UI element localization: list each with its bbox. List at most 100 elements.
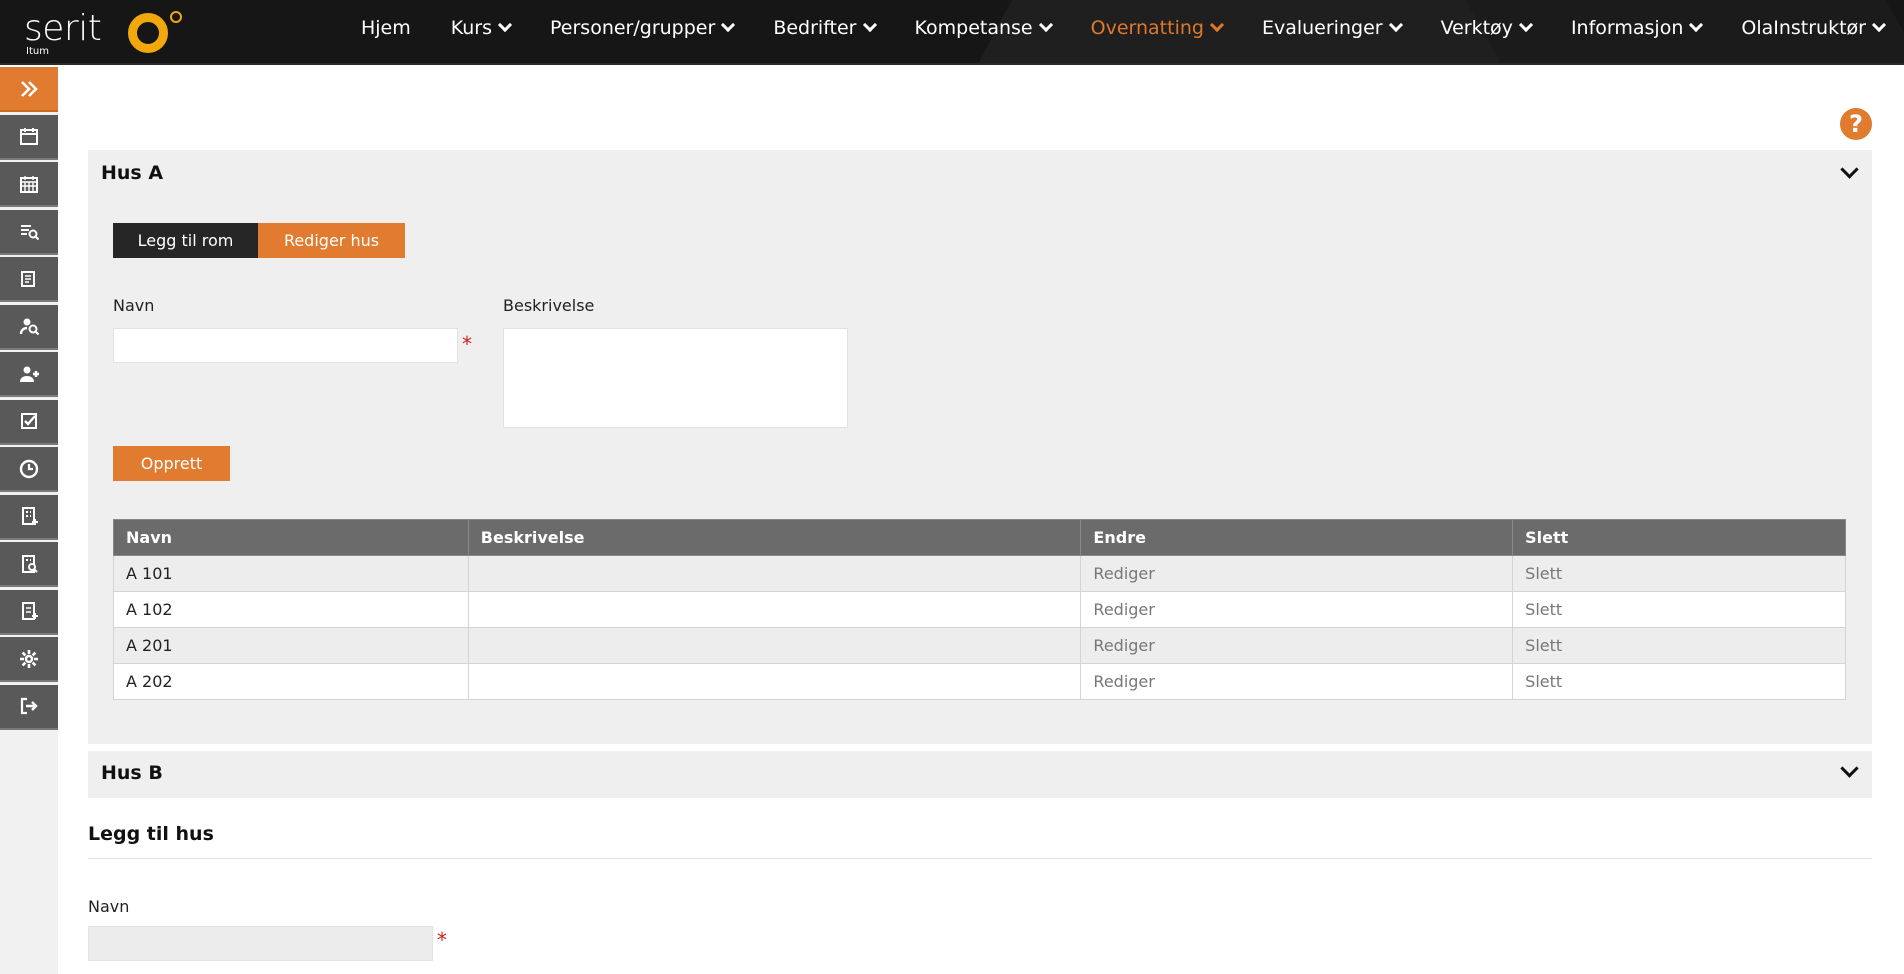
room-description-cell bbox=[467, 555, 1082, 592]
nav-item-informasjon[interactable]: Informasjon bbox=[1571, 17, 1704, 39]
edit-house-button[interactable]: Rediger hus bbox=[258, 223, 405, 258]
course-edit-icon bbox=[21, 270, 35, 287]
logo-subtitle: Itum bbox=[26, 46, 49, 57]
sidebar-button-calendar[interactable] bbox=[0, 114, 58, 160]
column-header-delete: Slett bbox=[1512, 519, 1846, 556]
nav-item-label: Kompetanse bbox=[914, 16, 1033, 39]
sidebar-button-person-search[interactable] bbox=[0, 304, 58, 350]
nav-item-kompetanse[interactable]: Kompetanse bbox=[914, 16, 1053, 39]
logo-dot-icon bbox=[170, 11, 182, 23]
house-name-label: Navn bbox=[88, 897, 130, 916]
nav-item-label: Evalueringer bbox=[1261, 16, 1383, 39]
logout-icon bbox=[20, 697, 38, 715]
nav-item-label: Hjem bbox=[360, 16, 411, 39]
nav-item-verkt-y[interactable]: Verktøy bbox=[1440, 16, 1534, 39]
chevron-down-icon[interactable] bbox=[1840, 160, 1859, 179]
chevron-down-icon bbox=[1038, 17, 1053, 32]
chevron-down-icon bbox=[1871, 17, 1887, 32]
nav-item-label: Bedrifter bbox=[773, 16, 857, 39]
logo-ring-icon bbox=[128, 13, 168, 53]
house-name-input[interactable] bbox=[88, 926, 433, 961]
sidebar-button-add-person[interactable] bbox=[0, 352, 58, 397]
room-name-cell: A 101 bbox=[113, 555, 469, 592]
expand-icon bbox=[21, 80, 38, 97]
sidebar bbox=[0, 67, 58, 974]
clock-icon bbox=[19, 459, 39, 478]
table-row: A 202 Rediger Slett bbox=[113, 663, 1846, 700]
nav-item-label: Overnatting bbox=[1090, 16, 1204, 39]
chevron-down-icon bbox=[862, 17, 877, 32]
chevron-down-icon bbox=[497, 17, 513, 32]
top-navigation-bar: serit Itum Hjem Kurs Personer/grupper Bedri… bbox=[0, 0, 1904, 65]
nav-item-bedrifter[interactable]: Bedrifter bbox=[773, 16, 877, 39]
edit-room-link[interactable]: Rediger bbox=[1080, 663, 1514, 700]
main-menu: Hjem Kurs Personer/grupper Bedrifter Kompeta… bbox=[321, 0, 1887, 55]
nav-item-evalueringer[interactable]: Evalueringer bbox=[1261, 16, 1403, 39]
sidebar-button-building-search[interactable] bbox=[0, 542, 58, 587]
chevron-down-icon bbox=[721, 17, 736, 32]
logo-wordmark: serit bbox=[24, 8, 102, 49]
delete-room-link[interactable]: Slett bbox=[1512, 627, 1846, 664]
table-row: A 102 Rediger Slett bbox=[113, 591, 1846, 628]
nav-item-label: OlaInstruktør bbox=[1741, 16, 1866, 39]
edit-room-link[interactable]: Rediger bbox=[1080, 627, 1514, 664]
sidebar-button-logout[interactable] bbox=[0, 684, 58, 730]
chevron-down-icon[interactable] bbox=[1840, 759, 1859, 778]
sidebar-button-building-add[interactable] bbox=[0, 494, 58, 540]
edit-room-link[interactable]: Rediger bbox=[1080, 555, 1514, 592]
room-name-cell: A 202 bbox=[113, 663, 469, 700]
sidebar-button-clock[interactable] bbox=[0, 447, 58, 492]
chevron-down-icon bbox=[1209, 17, 1225, 32]
house-title[interactable]: Hus A bbox=[101, 162, 163, 184]
room-description-cell bbox=[467, 627, 1082, 664]
delete-room-link[interactable]: Slett bbox=[1512, 663, 1846, 700]
room-name-cell: A 102 bbox=[113, 591, 469, 628]
nav-item-label: Kurs bbox=[450, 16, 493, 39]
sidebar-button-gear[interactable] bbox=[0, 637, 58, 682]
table-header-row: Navn Beskrivelse Endre Slett bbox=[113, 519, 1846, 556]
table-row: A 101 Rediger Slett bbox=[113, 555, 1846, 592]
description-label: Beskrivelse bbox=[503, 296, 595, 315]
rooms-table: Navn Beskrivelse Endre Slett A 101 Redige… bbox=[113, 519, 1846, 700]
sidebar-button-checklist[interactable] bbox=[0, 399, 58, 445]
sidebar-button-calendar-grid[interactable] bbox=[0, 162, 58, 207]
building-add-icon bbox=[22, 507, 38, 525]
document-add-icon bbox=[22, 602, 38, 620]
chevron-down-icon bbox=[1388, 17, 1403, 32]
gear-icon bbox=[20, 649, 38, 668]
divider bbox=[88, 858, 1872, 859]
room-name-input[interactable] bbox=[113, 328, 458, 363]
delete-room-link[interactable]: Slett bbox=[1512, 591, 1846, 628]
nav-item-hjem[interactable]: Hjem bbox=[361, 17, 411, 39]
serit-logo[interactable]: serit Itum bbox=[24, 8, 194, 58]
house-title[interactable]: Hus B bbox=[101, 762, 163, 784]
checklist-icon bbox=[21, 413, 37, 429]
room-description-textarea[interactable] bbox=[503, 328, 848, 428]
nav-item-kurs[interactable]: Kurs bbox=[450, 16, 513, 39]
chevron-down-icon bbox=[1518, 17, 1534, 32]
delete-room-link[interactable]: Slett bbox=[1512, 555, 1846, 592]
create-room-button[interactable]: Opprett bbox=[113, 446, 230, 481]
help-icon[interactable]: ? bbox=[1840, 108, 1872, 140]
person-search-icon bbox=[19, 318, 40, 336]
add-room-button[interactable]: Legg til rom bbox=[113, 223, 258, 258]
required-marker: * bbox=[462, 332, 472, 356]
nav-item-personer-grupper[interactable]: Personer/grupper bbox=[550, 16, 736, 39]
room-name-cell: A 201 bbox=[113, 627, 469, 664]
room-description-cell bbox=[467, 591, 1082, 628]
room-description-cell bbox=[467, 663, 1082, 700]
nav-item-label: Verktøy bbox=[1440, 16, 1513, 39]
sidebar-button-expand[interactable] bbox=[0, 67, 58, 112]
table-row: A 201 Rediger Slett bbox=[113, 627, 1846, 664]
nav-item-label: Personer/grupper bbox=[550, 16, 716, 39]
house-panel-a: Hus A Legg til rom Rediger hus Navn * Be… bbox=[88, 150, 1872, 744]
nav-item-olainstrukt-r[interactable]: OlaInstruktør bbox=[1741, 16, 1887, 39]
edit-room-link[interactable]: Rediger bbox=[1080, 591, 1514, 628]
sidebar-button-document-add[interactable] bbox=[0, 589, 58, 635]
calendar-icon bbox=[20, 128, 38, 145]
house-panel-b: Hus B bbox=[88, 751, 1872, 798]
sidebar-button-course-search[interactable] bbox=[0, 209, 58, 255]
add-person-icon bbox=[20, 366, 39, 382]
sidebar-button-course-edit[interactable] bbox=[0, 257, 58, 302]
nav-item-overnatting[interactable]: Overnatting bbox=[1090, 16, 1225, 39]
